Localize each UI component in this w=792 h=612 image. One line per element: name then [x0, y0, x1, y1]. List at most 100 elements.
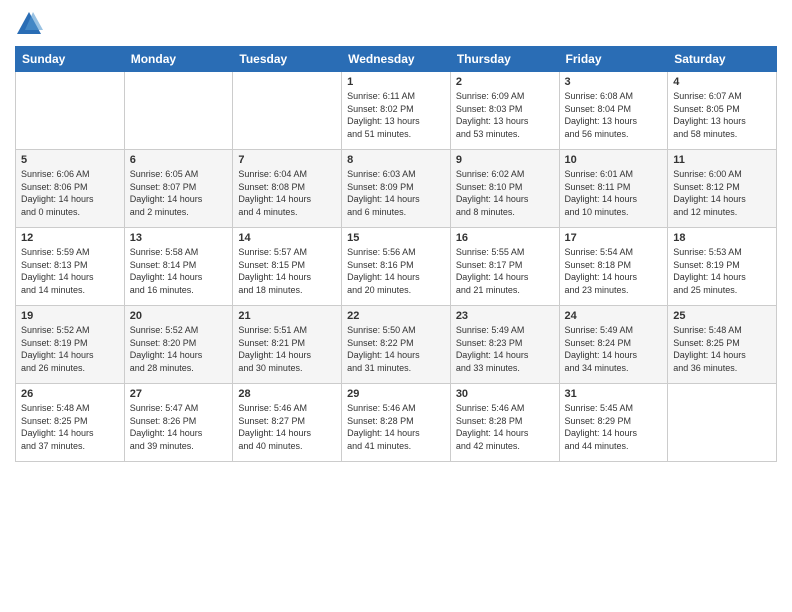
day-header-sunday: Sunday: [16, 47, 125, 72]
day-info: Sunrise: 5:46 AM Sunset: 8:27 PM Dayligh…: [238, 402, 336, 452]
day-number: 18: [673, 232, 771, 244]
day-number: 13: [130, 232, 228, 244]
logo: [15, 10, 47, 38]
day-cell: 3 Sunrise: 6:08 AM Sunset: 8:04 PM Daylig…: [559, 72, 668, 150]
day-cell: 7 Sunrise: 6:04 AM Sunset: 8:08 PM Daylig…: [233, 150, 342, 228]
day-number: 21: [238, 310, 336, 322]
day-info: Sunrise: 5:50 AM Sunset: 8:22 PM Dayligh…: [347, 324, 445, 374]
day-number: 27: [130, 388, 228, 400]
day-cell: [668, 384, 777, 462]
day-info: Sunrise: 5:47 AM Sunset: 8:26 PM Dayligh…: [130, 402, 228, 452]
day-number: 29: [347, 388, 445, 400]
day-number: 28: [238, 388, 336, 400]
day-number: 15: [347, 232, 445, 244]
day-number: 22: [347, 310, 445, 322]
day-info: Sunrise: 5:54 AM Sunset: 8:18 PM Dayligh…: [565, 246, 663, 296]
day-number: 10: [565, 154, 663, 166]
day-cell: 31 Sunrise: 5:45 AM Sunset: 8:29 PM Dayli…: [559, 384, 668, 462]
day-number: 23: [456, 310, 554, 322]
day-info: Sunrise: 5:59 AM Sunset: 8:13 PM Dayligh…: [21, 246, 119, 296]
day-info: Sunrise: 5:51 AM Sunset: 8:21 PM Dayligh…: [238, 324, 336, 374]
day-info: Sunrise: 6:08 AM Sunset: 8:04 PM Dayligh…: [565, 90, 663, 140]
day-info: Sunrise: 5:49 AM Sunset: 8:23 PM Dayligh…: [456, 324, 554, 374]
day-cell: 21 Sunrise: 5:51 AM Sunset: 8:21 PM Dayli…: [233, 306, 342, 384]
day-cell: 26 Sunrise: 5:48 AM Sunset: 8:25 PM Dayli…: [16, 384, 125, 462]
day-header-tuesday: Tuesday: [233, 47, 342, 72]
day-cell: 22 Sunrise: 5:50 AM Sunset: 8:22 PM Dayli…: [342, 306, 451, 384]
day-info: Sunrise: 6:02 AM Sunset: 8:10 PM Dayligh…: [456, 168, 554, 218]
day-info: Sunrise: 6:00 AM Sunset: 8:12 PM Dayligh…: [673, 168, 771, 218]
day-cell: 16Sunrise: 5:55 AM Sunset: 8:17 PM Dayli…: [450, 228, 559, 306]
day-number: 17: [565, 232, 663, 244]
day-cell: 4 Sunrise: 6:07 AM Sunset: 8:05 PM Daylig…: [668, 72, 777, 150]
day-cell: 14 Sunrise: 5:57 AM Sunset: 8:15 PM Dayli…: [233, 228, 342, 306]
day-info: Sunrise: 6:11 AM Sunset: 8:02 PM Dayligh…: [347, 90, 445, 140]
day-number: 9: [456, 154, 554, 166]
day-cell: [124, 72, 233, 150]
day-number: 30: [456, 388, 554, 400]
day-info: Sunrise: 5:48 AM Sunset: 8:25 PM Dayligh…: [21, 402, 119, 452]
day-cell: 1 Sunrise: 6:11 AM Sunset: 8:02 PM Daylig…: [342, 72, 451, 150]
day-number: 25: [673, 310, 771, 322]
day-number: 14: [238, 232, 336, 244]
day-cell: 11Sunrise: 6:00 AM Sunset: 8:12 PM Dayli…: [668, 150, 777, 228]
day-number: 8: [347, 154, 445, 166]
day-number: 31: [565, 388, 663, 400]
day-info: Sunrise: 6:07 AM Sunset: 8:05 PM Dayligh…: [673, 90, 771, 140]
day-header-saturday: Saturday: [668, 47, 777, 72]
day-cell: 8 Sunrise: 6:03 AM Sunset: 8:09 PM Daylig…: [342, 150, 451, 228]
day-number: 7: [238, 154, 336, 166]
day-cell: 25 Sunrise: 5:48 AM Sunset: 8:25 PM Dayli…: [668, 306, 777, 384]
week-row-1: 1 Sunrise: 6:11 AM Sunset: 8:02 PM Daylig…: [16, 72, 777, 150]
day-info: Sunrise: 5:49 AM Sunset: 8:24 PM Dayligh…: [565, 324, 663, 374]
day-cell: 29Sunrise: 5:46 AM Sunset: 8:28 PM Dayli…: [342, 384, 451, 462]
day-info: Sunrise: 5:52 AM Sunset: 8:19 PM Dayligh…: [21, 324, 119, 374]
day-info: Sunrise: 5:56 AM Sunset: 8:16 PM Dayligh…: [347, 246, 445, 296]
day-header-monday: Monday: [124, 47, 233, 72]
day-number: 24: [565, 310, 663, 322]
day-number: 19: [21, 310, 119, 322]
page: SundayMondayTuesdayWednesdayThursdayFrid…: [0, 0, 792, 612]
day-cell: 2 Sunrise: 6:09 AM Sunset: 8:03 PM Daylig…: [450, 72, 559, 150]
day-info: Sunrise: 6:04 AM Sunset: 8:08 PM Dayligh…: [238, 168, 336, 218]
day-cell: [233, 72, 342, 150]
day-info: Sunrise: 5:52 AM Sunset: 8:20 PM Dayligh…: [130, 324, 228, 374]
day-cell: 23 Sunrise: 5:49 AM Sunset: 8:23 PM Dayli…: [450, 306, 559, 384]
day-cell: 15 Sunrise: 5:56 AM Sunset: 8:16 PM Dayli…: [342, 228, 451, 306]
day-cell: 19 Sunrise: 5:52 AM Sunset: 8:19 PM Dayli…: [16, 306, 125, 384]
day-info: Sunrise: 5:53 AM Sunset: 8:19 PM Dayligh…: [673, 246, 771, 296]
day-number: 26: [21, 388, 119, 400]
day-number: 1: [347, 76, 445, 88]
day-info: Sunrise: 5:48 AM Sunset: 8:25 PM Dayligh…: [673, 324, 771, 374]
week-row-5: 26 Sunrise: 5:48 AM Sunset: 8:25 PM Dayli…: [16, 384, 777, 462]
week-row-2: 5Sunrise: 6:06 AM Sunset: 8:06 PM Daylig…: [16, 150, 777, 228]
day-cell: 13 Sunrise: 5:58 AM Sunset: 8:14 PM Dayli…: [124, 228, 233, 306]
day-cell: 20Sunrise: 5:52 AM Sunset: 8:20 PM Dayli…: [124, 306, 233, 384]
day-number: 3: [565, 76, 663, 88]
day-number: 2: [456, 76, 554, 88]
day-info: Sunrise: 5:55 AM Sunset: 8:17 PM Dayligh…: [456, 246, 554, 296]
day-number: 12: [21, 232, 119, 244]
day-info: Sunrise: 5:46 AM Sunset: 8:28 PM Dayligh…: [456, 402, 554, 452]
day-header-wednesday: Wednesday: [342, 47, 451, 72]
day-info: Sunrise: 6:09 AM Sunset: 8:03 PM Dayligh…: [456, 90, 554, 140]
week-row-4: 19 Sunrise: 5:52 AM Sunset: 8:19 PM Dayli…: [16, 306, 777, 384]
day-cell: 6Sunrise: 6:05 AM Sunset: 8:07 PM Daylig…: [124, 150, 233, 228]
day-header-friday: Friday: [559, 47, 668, 72]
day-cell: 17 Sunrise: 5:54 AM Sunset: 8:18 PM Dayli…: [559, 228, 668, 306]
day-number: 4: [673, 76, 771, 88]
day-number: 5: [21, 154, 119, 166]
week-row-3: 12 Sunrise: 5:59 AM Sunset: 8:13 PM Dayli…: [16, 228, 777, 306]
day-info: Sunrise: 5:45 AM Sunset: 8:29 PM Dayligh…: [565, 402, 663, 452]
header-row: SundayMondayTuesdayWednesdayThursdayFrid…: [16, 47, 777, 72]
day-info: Sunrise: 5:57 AM Sunset: 8:15 PM Dayligh…: [238, 246, 336, 296]
day-number: 6: [130, 154, 228, 166]
logo-icon: [15, 10, 43, 38]
day-cell: 27 Sunrise: 5:47 AM Sunset: 8:26 PM Dayli…: [124, 384, 233, 462]
day-cell: 5Sunrise: 6:06 AM Sunset: 8:06 PM Daylig…: [16, 150, 125, 228]
calendar-table: SundayMondayTuesdayWednesdayThursdayFrid…: [15, 46, 777, 462]
day-info: Sunrise: 6:03 AM Sunset: 8:09 PM Dayligh…: [347, 168, 445, 218]
day-cell: 24 Sunrise: 5:49 AM Sunset: 8:24 PM Dayli…: [559, 306, 668, 384]
day-cell: 12 Sunrise: 5:59 AM Sunset: 8:13 PM Dayli…: [16, 228, 125, 306]
day-info: Sunrise: 5:58 AM Sunset: 8:14 PM Dayligh…: [130, 246, 228, 296]
